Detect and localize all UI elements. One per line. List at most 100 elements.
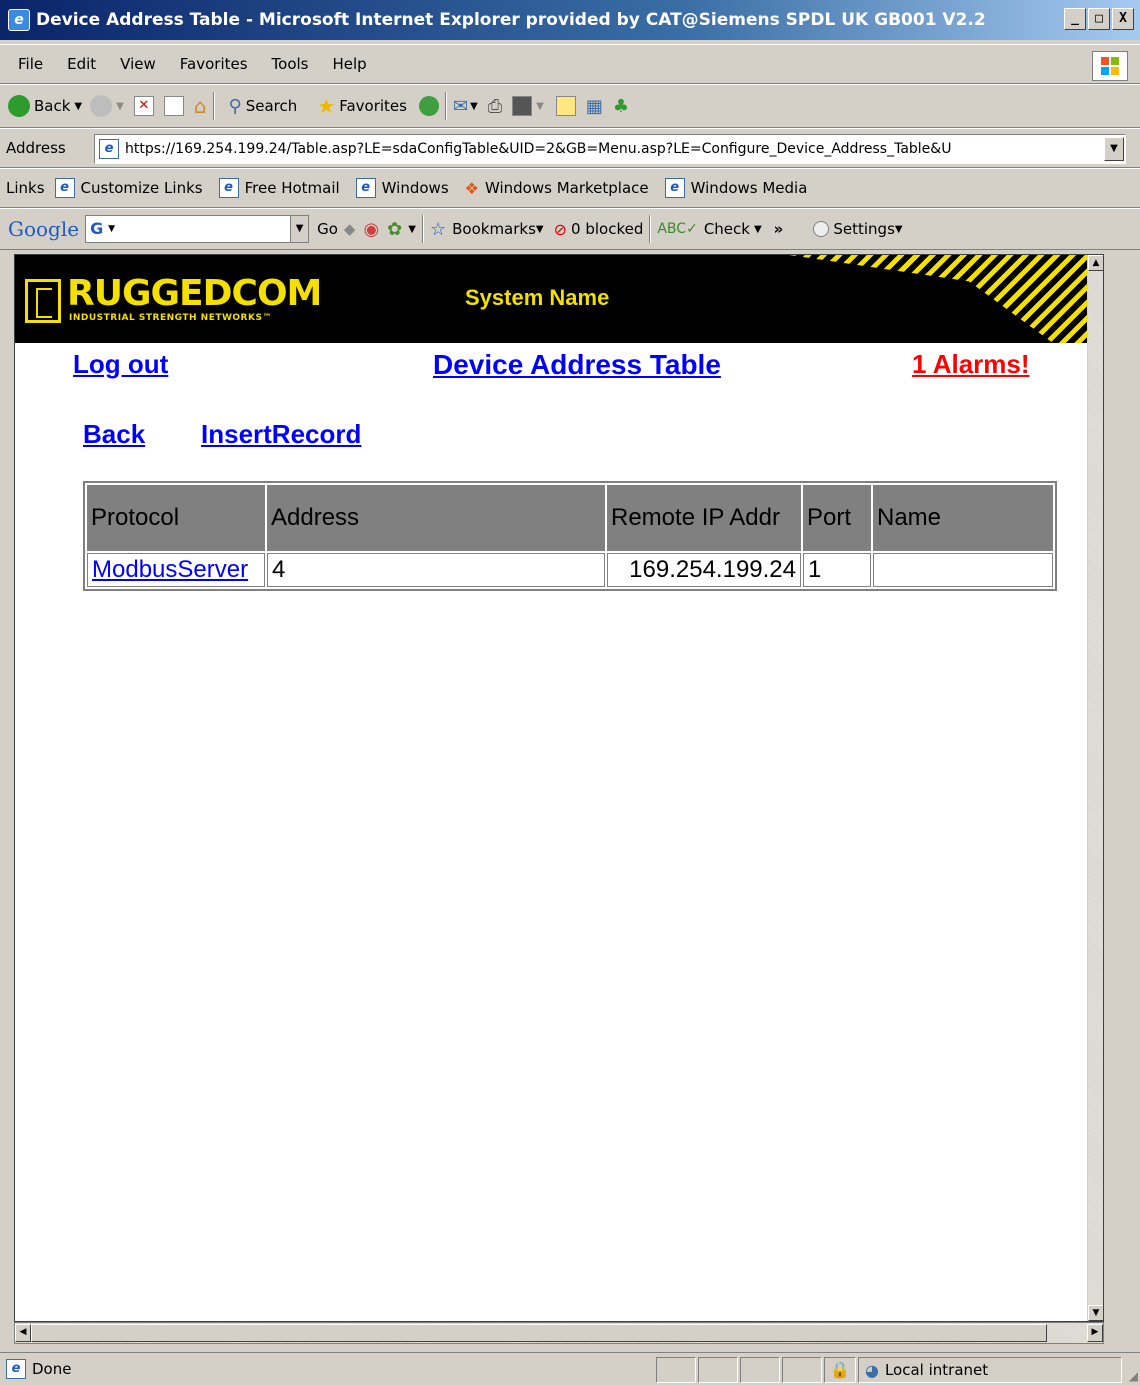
print-icon[interactable]: ⎙ <box>488 96 502 117</box>
back-link[interactable]: Back <box>83 419 145 450</box>
address-bar: Address e https://169.254.199.24/Table.a… <box>0 128 1140 168</box>
alarms-link[interactable]: 1 Alarms! <box>912 349 1030 380</box>
history-icon[interactable] <box>418 96 439 116</box>
messenger-icon[interactable]: ♣ <box>613 96 629 117</box>
chevron-down-icon[interactable]: ▼ <box>74 101 82 112</box>
link-label: Windows Marketplace <box>484 179 649 197</box>
header-address: Address <box>267 485 605 551</box>
chevron-down-icon[interactable]: ▼ <box>536 101 544 112</box>
horizontal-scroll-thumb[interactable] <box>31 1324 1047 1342</box>
menu-tools[interactable]: Tools <box>260 55 321 73</box>
research-icon[interactable]: ▦ <box>586 96 603 117</box>
chevron-down-icon: ▼ <box>108 224 116 234</box>
link-windows-marketplace[interactable]: ❖ Windows Marketplace <box>465 179 649 198</box>
cell-address: 4 <box>267 553 605 587</box>
google-settings-button[interactable]: Settings <box>833 220 895 238</box>
menu-edit[interactable]: Edit <box>55 55 108 73</box>
scroll-right-button[interactable]: ▶ <box>1087 1324 1103 1342</box>
ruggedcom-logo-icon <box>25 279 61 323</box>
search-button[interactable]: ⚲ Search <box>229 96 298 117</box>
separator <box>212 92 215 120</box>
logout-link[interactable]: Log out <box>73 349 168 380</box>
mail-icon[interactable]: ✉ <box>453 96 468 117</box>
chevron-down-icon[interactable]: ▼ <box>408 224 416 235</box>
device-address-table: Protocol Address Remote IP Addr Port Nam… <box>83 481 1057 591</box>
close-button[interactable]: X <box>1112 8 1134 30</box>
brand-name: RUGGEDCOM <box>67 273 322 314</box>
windows-flag-icon <box>1092 51 1128 81</box>
news-icon[interactable]: ◉ <box>363 219 379 240</box>
favorites-button[interactable]: ★ Favorites <box>317 94 407 118</box>
more-chevron-icon[interactable]: » <box>774 220 784 238</box>
minimize-button[interactable]: _ <box>1064 8 1086 30</box>
scroll-up-button[interactable]: ▲ <box>1088 255 1103 271</box>
page-icon: e <box>99 139 119 159</box>
page-title-link[interactable]: Device Address Table <box>433 349 721 381</box>
google-check-button[interactable]: Check <box>704 220 750 238</box>
refresh-icon[interactable] <box>163 96 184 116</box>
discuss-icon[interactable] <box>555 96 576 116</box>
header-protocol: Protocol <box>87 485 265 551</box>
settings-radio-icon <box>813 221 830 237</box>
horizontal-scrollbar[interactable]: ◀ ▶ <box>14 1322 1104 1344</box>
maximize-button[interactable]: □ <box>1088 8 1110 30</box>
page-icon: e <box>218 178 239 198</box>
ruggedcom-banner: RUGGEDCOM INDUSTRIAL STRENGTH NETWORKS™ … <box>15 255 1089 343</box>
scroll-left-button[interactable]: ◀ <box>15 1324 31 1342</box>
search-label: Search <box>245 97 298 115</box>
address-input[interactable]: e https://169.254.199.24/Table.asp?LE=sd… <box>94 134 1126 164</box>
google-go-button[interactable]: Go <box>317 220 338 238</box>
address-label: Address <box>6 139 66 157</box>
chevron-down-icon[interactable]: ▼ <box>470 101 478 112</box>
spellcheck-icon: ABC✓ <box>657 221 698 237</box>
system-name: System Name <box>465 285 610 310</box>
chevron-down-icon[interactable]: ▼ <box>116 101 124 112</box>
chevron-down-icon[interactable]: ▼ <box>536 224 544 235</box>
home-icon[interactable]: ⌂ <box>194 94 207 118</box>
menu-view[interactable]: View <box>108 55 168 73</box>
protocol-link[interactable]: ModbusServer <box>92 556 248 583</box>
google-logo[interactable]: Google <box>8 217 79 241</box>
popup-blocker-icon: ⊘ <box>553 219 568 239</box>
menu-file[interactable]: File <box>0 55 55 73</box>
status-panel <box>782 1357 822 1383</box>
link-label: Customize Links <box>80 179 203 197</box>
popup-blocked-count[interactable]: 0 blocked <box>571 220 643 238</box>
table-header-row: Protocol Address Remote IP Addr Port Nam… <box>87 485 1053 551</box>
link-label: Windows <box>381 179 449 197</box>
link-customize-links[interactable]: e Customize Links <box>54 178 203 198</box>
zone-panel: ◕ Local intranet <box>858 1357 1122 1383</box>
google-search-input[interactable]: G ▼ ▼ <box>85 215 310 243</box>
star-icon: ★ <box>317 94 336 118</box>
edit-icon[interactable] <box>512 96 533 116</box>
menu-help[interactable]: Help <box>321 55 379 73</box>
cell-port: 1 <box>803 553 871 587</box>
link-label: Windows Media <box>690 179 808 197</box>
back-button[interactable]: Back ▼ <box>8 95 82 117</box>
back-label: Back <box>34 97 71 115</box>
link-free-hotmail[interactable]: e Free Hotmail <box>218 178 340 198</box>
chevron-down-icon[interactable]: ▼ <box>895 224 903 235</box>
popup-icon[interactable]: ✿ <box>387 219 402 240</box>
link-windows[interactable]: e Windows <box>355 178 449 198</box>
google-search-dropdown[interactable]: ▼ <box>290 216 309 242</box>
chevron-down-icon[interactable]: ▼ <box>754 224 762 235</box>
resize-grip-icon[interactable]: ◢ <box>1129 1369 1138 1383</box>
favorites-label: Favorites <box>339 97 407 115</box>
stop-icon[interactable]: ✕ <box>133 96 154 116</box>
brand-tagline: INDUSTRIAL STRENGTH NETWORKS™ <box>69 313 272 323</box>
link-windows-media[interactable]: e Windows Media <box>664 178 808 198</box>
menu-favorites[interactable]: Favorites <box>168 55 260 73</box>
lock-icon: 🔒 <box>830 1360 850 1379</box>
status-panel <box>740 1357 780 1383</box>
local-intranet-icon: ◕ <box>865 1360 879 1380</box>
page-icon: e <box>355 178 376 198</box>
cell-remote-ip: 169.254.199.24 <box>607 553 801 587</box>
windows-flag-icon: ❖ <box>464 178 479 198</box>
vertical-scrollbar[interactable]: ▲ ▼ <box>1087 255 1103 1321</box>
insert-record-link[interactable]: InsertRecord <box>201 419 361 450</box>
google-bookmarks-button[interactable]: Bookmarks <box>452 220 536 238</box>
scroll-down-button[interactable]: ▼ <box>1088 1305 1103 1321</box>
forward-button[interactable]: ▼ <box>90 95 124 117</box>
address-dropdown-button[interactable]: ▼ <box>1104 137 1124 161</box>
